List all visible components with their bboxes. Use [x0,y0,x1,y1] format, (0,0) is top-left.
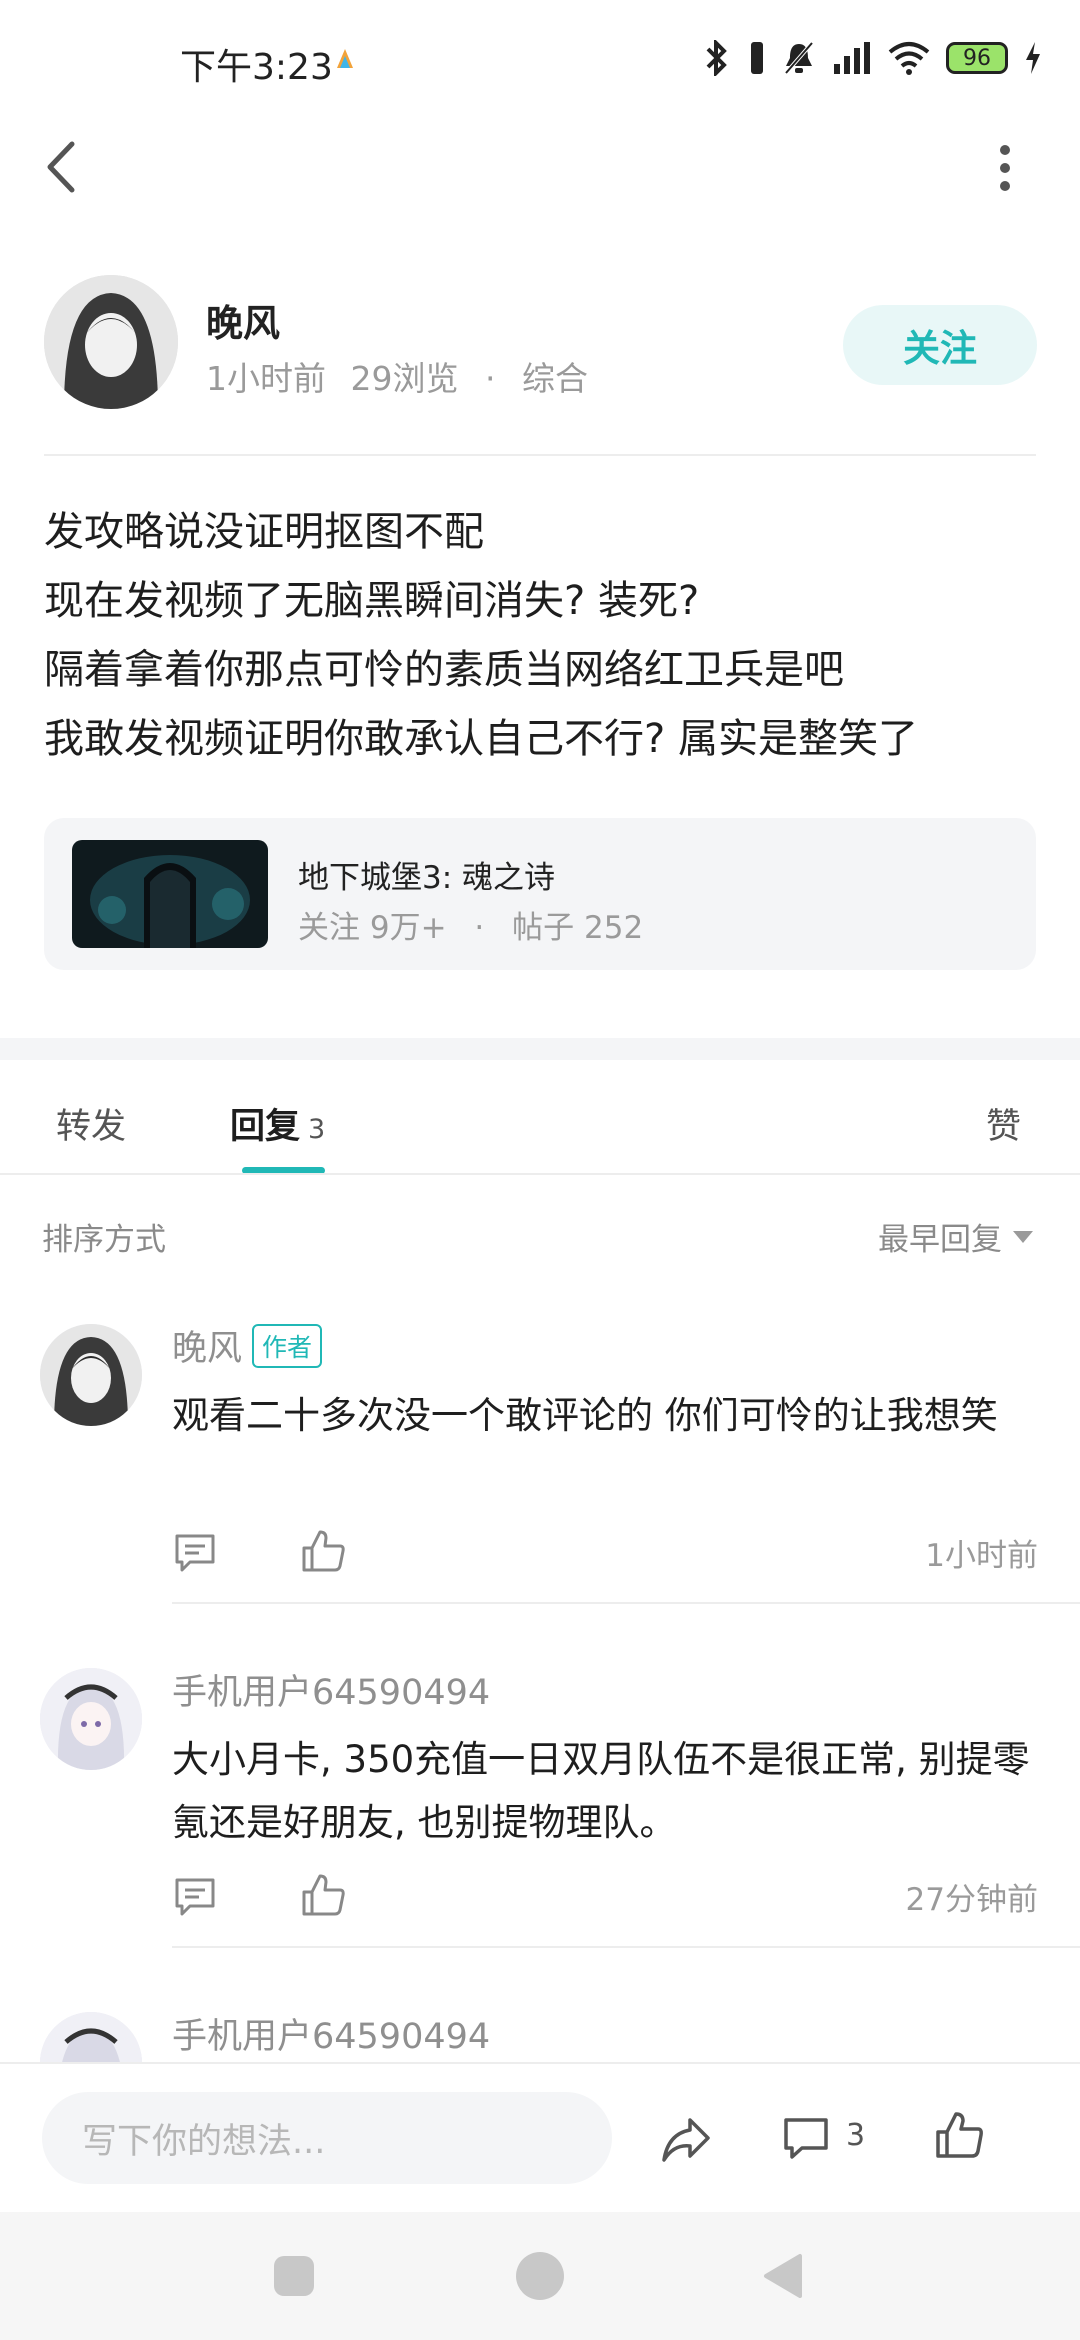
section-divider [0,1038,1080,1060]
signal-icon [834,42,870,74]
post-category[interactable]: 综合 [522,359,588,398]
commenter-avatar[interactable] [40,1324,142,1426]
author-badge: 作者 [252,1323,323,1368]
tab-repost[interactable]: 转发 [56,1098,126,1149]
like-post-icon[interactable] [934,2110,984,2160]
home-button[interactable] [516,2252,564,2300]
app-notification-icon [337,49,353,68]
tab-like[interactable]: 赞 [986,1098,1021,1149]
comments-count: 3 [846,2118,866,2153]
comment-text: 大小月卡, 350充值一日双月队伍不是很正常, 别提零氪还是好朋友, 也别提物理… [172,1738,1030,1844]
comment-time: 27分钟前 [905,1882,1038,1918]
commenter-avatar[interactable] [40,1668,142,1770]
battery-indicator: 96 [946,42,1008,74]
post-line: 现在发视频了无脑黑瞬间消失? 装死? [44,578,700,624]
bluetooth-icon [706,40,727,76]
comment-text: 观看二十多次没一个敢评论的 你们可怜的让我想笑 [172,1394,998,1437]
back-button[interactable] [36,132,96,202]
post-meta: 1小时前 29浏览 · 综合 [206,352,588,400]
post-line: 我敢发视频证明你敢承认自己不行? 属实是整笑了 [44,716,918,762]
commenter-name-row: 晚风 作者 [172,1320,323,1371]
stats-separator: · [474,910,485,946]
caret-down-icon [1013,1230,1033,1243]
game-stats: 关注 9万+ · 帖子 252 [298,902,643,947]
author-name[interactable]: 晚风 [206,293,280,347]
reply-icon[interactable] [172,1874,218,1920]
reply-icon[interactable] [172,1530,218,1576]
charging-icon [1026,42,1040,74]
post-line: 发攻略说没证明抠图不配 [44,509,484,555]
like-icon[interactable] [300,1528,346,1574]
more-options-icon[interactable] [990,140,1020,196]
game-posts: 帖子 252 [512,910,644,946]
post-content: 发攻略说没证明抠图不配 现在发视频了无脑黑瞬间消失? 装死? 隔着拿着你那点可怜… [44,498,1044,774]
mute-bell-icon [784,41,814,75]
comment-time: 1小时前 [925,1538,1038,1574]
status-icons: 96 [702,40,1042,76]
sort-value: 最早回复 [878,1222,1002,1258]
comments-icon[interactable] [782,2114,830,2162]
tab-reply-count: 3 [308,1114,326,1145]
meta-separator: · [485,359,496,398]
vibrate-icon [751,42,763,74]
post-views: 29浏览 [350,359,459,398]
system-nav-bar [0,2212,1080,2340]
game-card[interactable]: 地下城堡3: 魂之诗 关注 9万+ · 帖子 252 [44,818,1036,970]
follow-button[interactable]: 关注 [843,305,1037,385]
commenter-name[interactable]: 手机用户64590494 [172,1664,490,1715]
battery-level: 96 [963,45,991,71]
status-time: 下午3:23 [180,47,333,88]
comment-input[interactable]: 写下你的想法... [42,2092,612,2184]
game-followers: 关注 9万+ [298,910,447,946]
status-bar: 下午3:23 96 [0,0,1080,110]
wifi-icon [888,42,930,75]
commenter-name[interactable]: 晚风 [172,1320,242,1371]
tab-reply[interactable]: 回复 3 [230,1098,325,1149]
game-title: 地下城堡3: 魂之诗 [298,860,556,896]
like-icon[interactable] [300,1872,346,1918]
post-line: 隔着拿着你那点可怜的素质当网络红卫兵是吧 [44,647,844,693]
tab-reply-label: 回复 [230,1107,301,1147]
sort-label: 排序方式 [42,1222,166,1258]
sort-dropdown[interactable]: 最早回复 [878,1214,1034,1259]
commenter-name-row: 手机用户64590494 [172,1664,490,1715]
game-thumbnail [72,840,268,948]
tabs-divider [0,1173,1080,1175]
share-icon[interactable] [660,2114,712,2166]
commenter-name[interactable]: 手机用户64590494 [172,2008,490,2059]
system-back-button[interactable] [760,2252,806,2300]
comment-divider [172,1946,1080,1948]
commenter-name-row: 手机用户64590494 [172,2008,490,2059]
comment-divider [172,1602,1080,1604]
author-avatar[interactable] [44,275,178,409]
post-time: 1小时前 [206,359,326,398]
bottom-action-bar: 写下你的想法... 3 [0,2062,1080,2212]
recent-apps-button[interactable] [274,2256,314,2296]
header-divider [44,454,1036,456]
